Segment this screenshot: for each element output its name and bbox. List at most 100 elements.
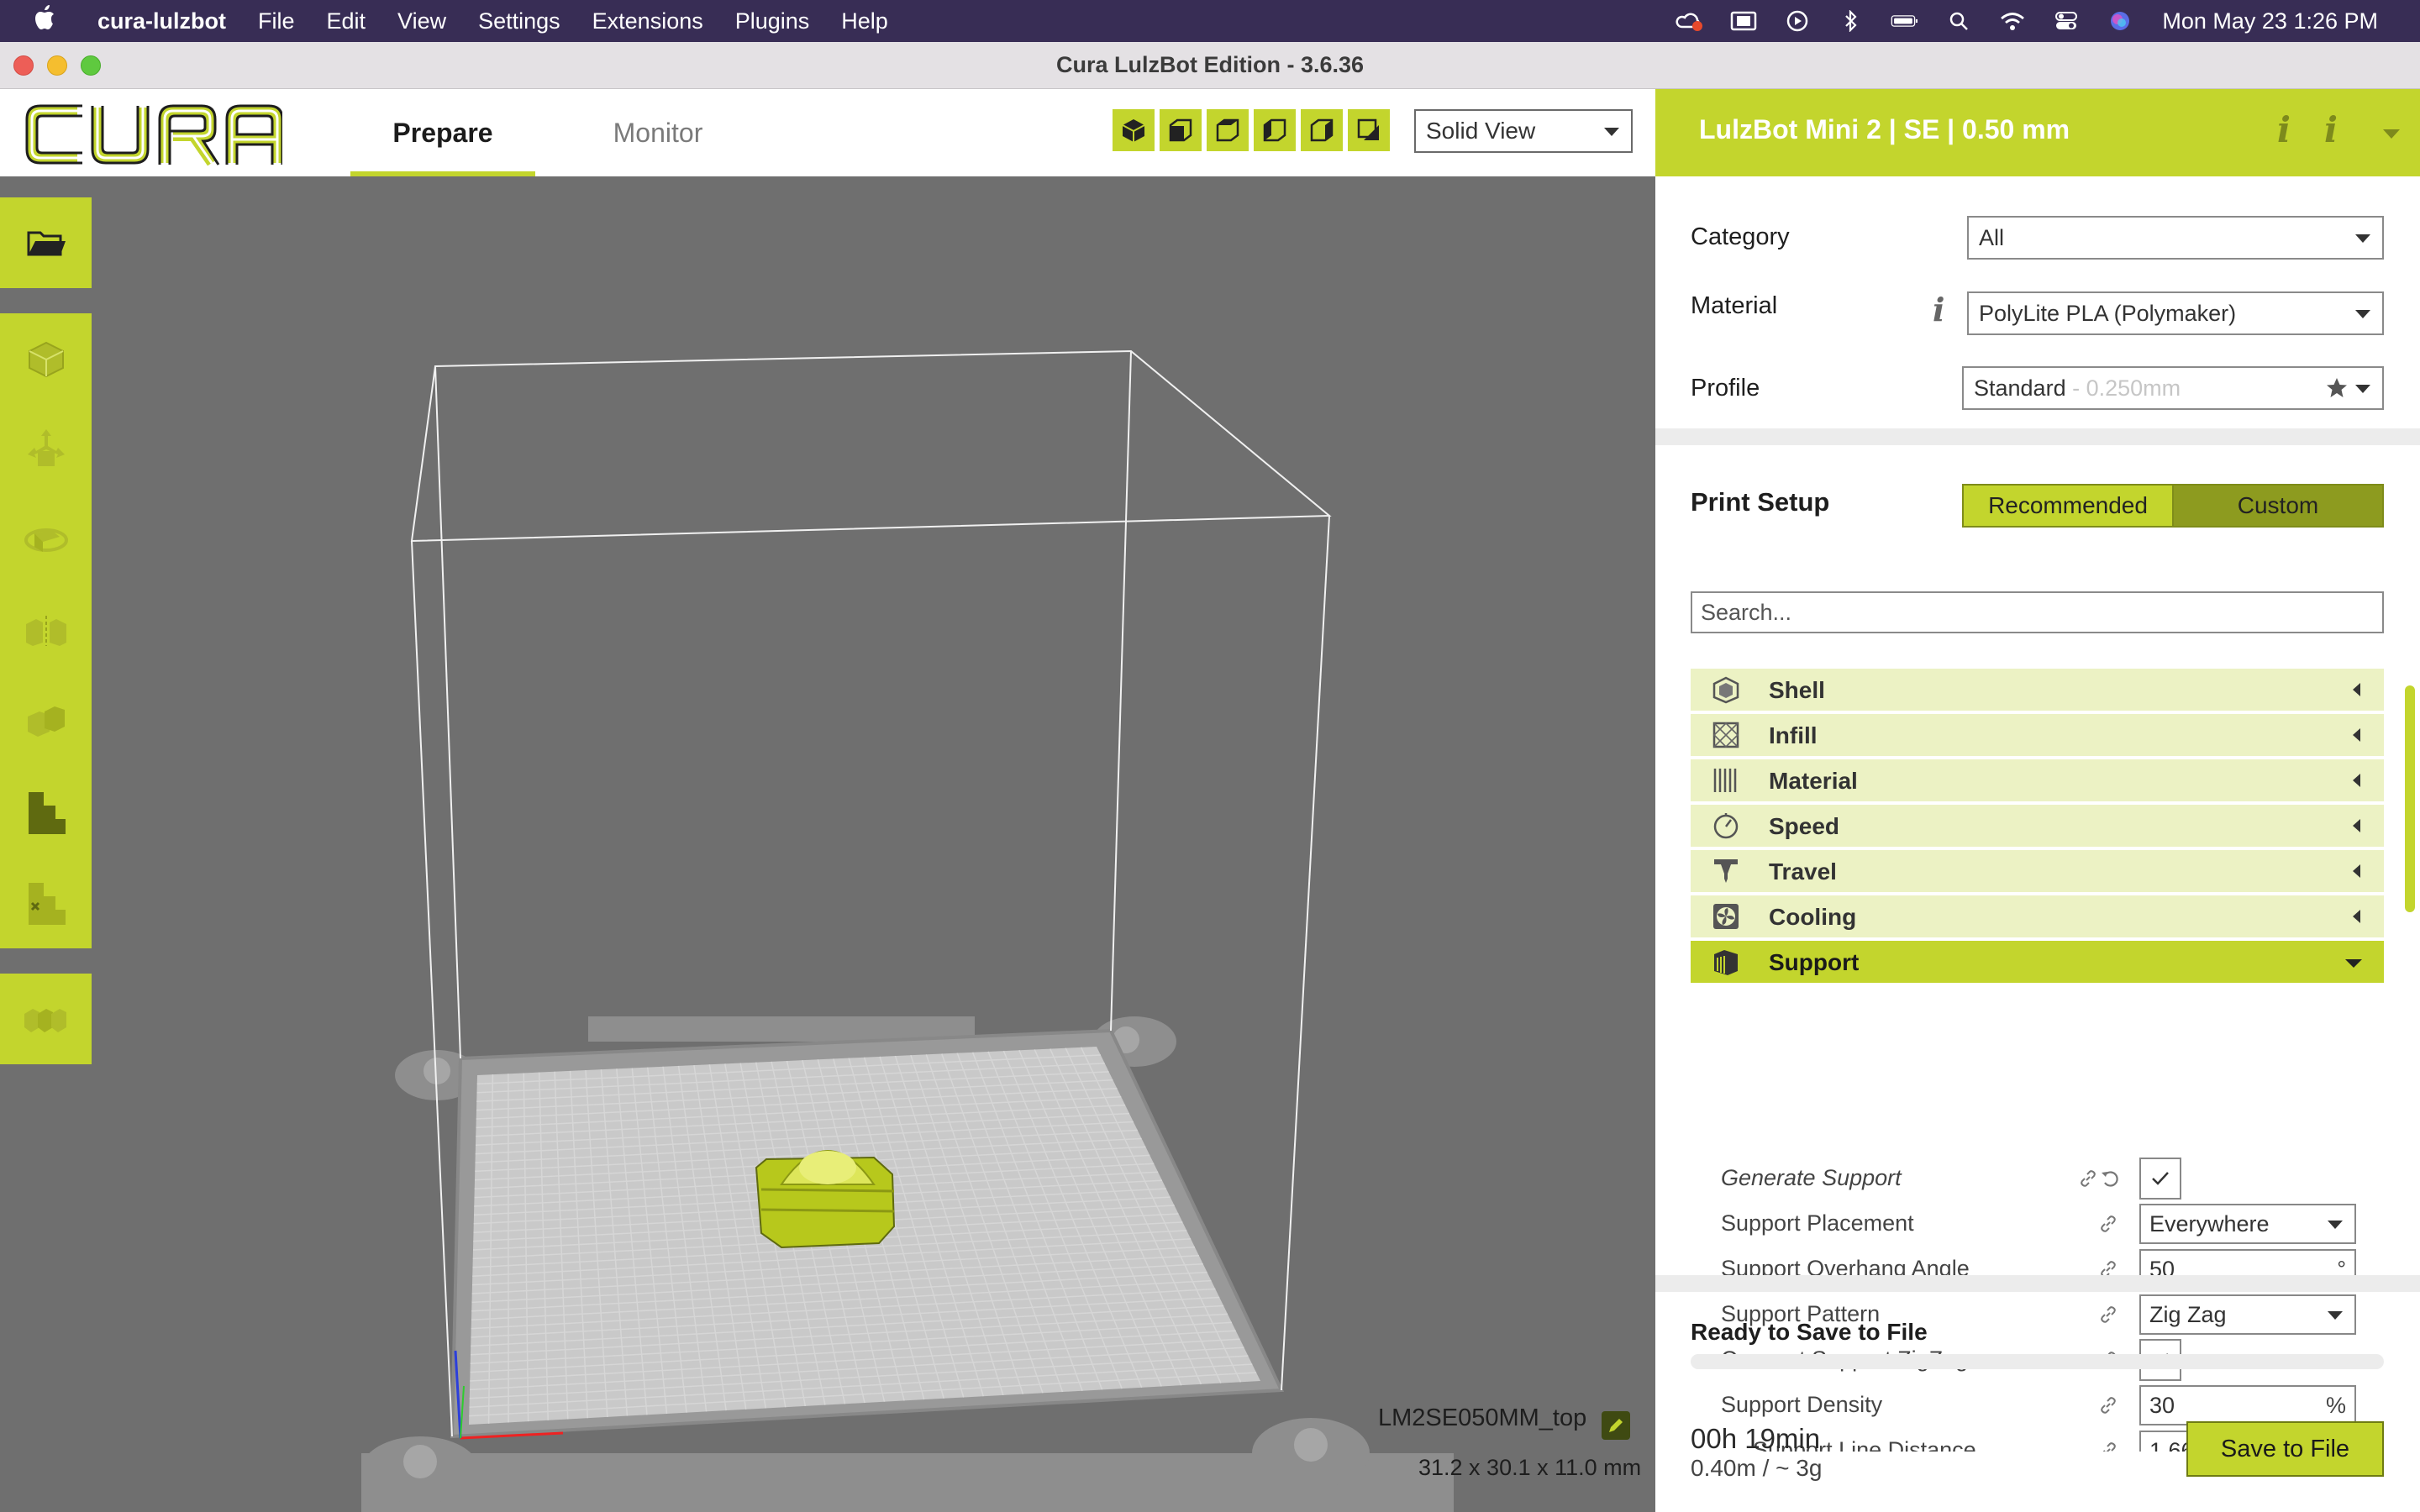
category-select[interactable]: All: [1967, 216, 2384, 260]
cooling-icon: [1713, 904, 1739, 929]
recommended-mode-button[interactable]: Recommended: [1964, 486, 2174, 526]
category-material[interactable]: Material: [1691, 759, 2384, 801]
material-info-icon[interactable]: i: [1933, 291, 1944, 328]
front-view-icon[interactable]: [1160, 109, 1202, 151]
divider: [1655, 428, 2420, 445]
category-label: Infill: [1769, 722, 1818, 748]
setting-value: 30: [2149, 1393, 2175, 1418]
category-label: Support: [1769, 949, 1860, 975]
settings-search-input[interactable]: Search...: [1691, 591, 2384, 633]
menu-app-name[interactable]: cura-lulzbot: [97, 8, 226, 34]
model-tools-group: [0, 313, 92, 948]
window-title: Cura LulzBot Edition - 3.6.36: [1055, 52, 1365, 77]
support-pattern-select[interactable]: Zig Zag: [2139, 1294, 2356, 1335]
bluetooth-icon[interactable]: [1837, 10, 1865, 32]
printer-info-icon[interactable]: i: [2277, 109, 2291, 150]
display-icon[interactable]: [1729, 10, 1758, 32]
top-view-icon[interactable]: [1207, 109, 1249, 151]
profile-layer-height: - 0.250mm: [2072, 375, 2181, 401]
category-label: Travel: [1769, 858, 1837, 885]
tab-monitor[interactable]: Monitor: [566, 89, 750, 176]
material-select[interactable]: PolyLite PLA (Polymaker): [1967, 291, 2384, 335]
chevron-down-icon: [2328, 1311, 2343, 1320]
chevron-down-icon[interactable]: [2383, 129, 2400, 139]
view-mode-select[interactable]: Solid View: [1414, 109, 1633, 153]
menu-help[interactable]: Help: [841, 8, 888, 34]
mirror-icon[interactable]: [0, 585, 92, 676]
battery-icon[interactable]: [1891, 10, 1919, 32]
chevron-left-icon: [2353, 774, 2360, 787]
apple-menu-icon[interactable]: [34, 5, 67, 37]
siri-icon[interactable]: [2106, 10, 2134, 32]
setting-label: Support Density: [1721, 1392, 1883, 1417]
menu-settings[interactable]: Settings: [478, 8, 560, 34]
camera-view-buttons: [1113, 109, 1395, 151]
setting-value: Zig Zag: [2149, 1302, 2227, 1327]
edit-name-icon[interactable]: [1602, 1411, 1630, 1440]
menu-edit[interactable]: Edit: [327, 8, 366, 34]
build-volume-scene[interactable]: [0, 176, 1655, 1512]
status-area: Mon May 23 1:26 PM: [1663, 0, 2420, 42]
print-setup-mode-switch: Recommended Custom: [1962, 484, 2384, 528]
model-name: LM2SE050MM_top: [1378, 1404, 1587, 1431]
menu-plugins[interactable]: Plugins: [735, 8, 810, 34]
profile-select[interactable]: Standard - 0.250mm: [1962, 366, 2384, 410]
save-to-file-button[interactable]: Save to File: [2186, 1421, 2384, 1477]
slice-progress-bar: [1691, 1354, 2384, 1369]
support-density-input[interactable]: 30 %: [2139, 1385, 2356, 1425]
material-value: PolyLite PLA (Polymaker): [1979, 301, 2237, 326]
play-icon[interactable]: [1783, 10, 1812, 32]
star-icon[interactable]: [2325, 376, 2349, 400]
menu-file[interactable]: File: [258, 8, 295, 34]
generate-support-checkbox[interactable]: [2139, 1158, 2181, 1200]
category-label: Shell: [1769, 677, 1825, 703]
scale-icon[interactable]: [0, 313, 92, 404]
move-icon[interactable]: [0, 404, 92, 495]
x-ray-view-icon[interactable]: [1348, 109, 1390, 151]
control-center-icon[interactable]: [2052, 10, 2081, 32]
chevron-down-icon: [2328, 1221, 2343, 1229]
spotlight-search-icon[interactable]: [1944, 10, 1973, 32]
category-cooling[interactable]: Cooling: [1691, 895, 2384, 937]
custom-mode-button[interactable]: Custom: [2174, 486, 2382, 526]
slice-status: Ready to Save to File: [1691, 1319, 1928, 1345]
chevron-down-icon: [2345, 959, 2362, 968]
multiply-objects-icon[interactable]: [0, 974, 92, 1064]
printer-selector[interactable]: LulzBot Mini 2 | SE | 0.50 mm i i: [1655, 89, 2420, 176]
left-view-icon[interactable]: [1254, 109, 1296, 151]
app-header: Prepare Monitor Solid View: [0, 89, 1655, 176]
link-icon[interactable]: [2078, 1168, 2098, 1189]
link-icon[interactable]: [2098, 1305, 2118, 1325]
3d-view-icon[interactable]: [1113, 109, 1155, 151]
category-label: Category: [1691, 223, 1790, 250]
category-support[interactable]: Support: [1691, 941, 2384, 983]
open-file-icon[interactable]: [0, 197, 92, 288]
link-icon[interactable]: [2098, 1214, 2118, 1234]
right-view-icon[interactable]: [1301, 109, 1343, 151]
speed-icon: [1713, 813, 1739, 839]
category-speed[interactable]: Speed: [1691, 805, 2384, 847]
wifi-icon[interactable]: [1998, 10, 2027, 32]
chevron-down-icon: [2355, 310, 2370, 318]
menu-view[interactable]: View: [397, 8, 446, 34]
menubar-clock[interactable]: Mon May 23 1:26 PM: [2162, 8, 2378, 34]
category-shell[interactable]: Shell: [1691, 669, 2384, 711]
category-infill[interactable]: Infill: [1691, 714, 2384, 756]
support-blocker-icon[interactable]: [0, 767, 92, 858]
link-icon[interactable]: [2098, 1441, 2118, 1452]
rotate-icon[interactable]: [0, 495, 92, 585]
cura-logo: [25, 102, 284, 166]
reset-icon[interactable]: [2100, 1168, 2122, 1189]
custom-supports-icon[interactable]: [0, 858, 92, 948]
per-model-settings-icon[interactable]: [0, 676, 92, 767]
category-travel[interactable]: Travel: [1691, 850, 2384, 892]
tab-prepare[interactable]: Prepare: [350, 89, 535, 176]
creative-cloud-icon[interactable]: [1676, 10, 1704, 32]
support-placement-select[interactable]: Everywhere: [2139, 1204, 2356, 1244]
material-icon: [1713, 769, 1737, 792]
link-icon[interactable]: [2098, 1395, 2118, 1415]
3d-viewport[interactable]: LM2SE050MM_top 31.2 x 30.1 x 11.0 mm: [0, 176, 1655, 1512]
material-info-icon[interactable]: i: [2324, 109, 2338, 150]
menu-extensions[interactable]: Extensions: [592, 8, 703, 34]
settings-scrollbar[interactable]: [2405, 685, 2415, 912]
